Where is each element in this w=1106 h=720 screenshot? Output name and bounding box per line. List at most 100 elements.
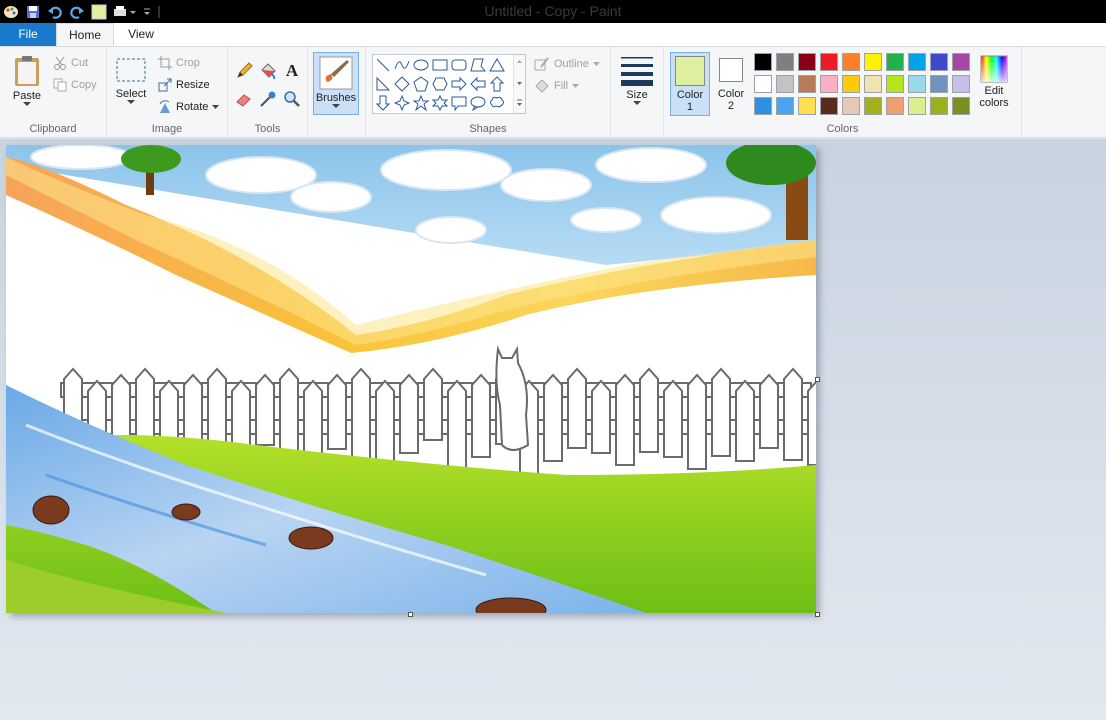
drawing-canvas[interactable] [6, 145, 816, 613]
brushes-button[interactable]: Brushes [313, 52, 359, 115]
polygon-shape-icon[interactable] [469, 56, 487, 74]
fence-post [663, 379, 683, 458]
palette-swatch[interactable] [908, 97, 926, 115]
edit-colors-button[interactable]: Edit colors [975, 55, 1013, 117]
palette-swatch[interactable] [754, 97, 772, 115]
left-arrow-shape-icon[interactable] [469, 75, 487, 93]
fence-post [807, 380, 816, 466]
paste-button[interactable]: Paste [8, 54, 46, 107]
palette-swatch[interactable] [798, 75, 816, 93]
fence-post [471, 373, 491, 458]
palette-swatch[interactable] [842, 97, 860, 115]
palette-swatch[interactable] [886, 97, 904, 115]
palette-swatch[interactable] [820, 97, 838, 115]
size-button[interactable]: Size [618, 53, 656, 106]
landscape-painting [6, 145, 816, 613]
triangle-shape-icon[interactable] [488, 56, 506, 74]
rotate-button[interactable]: Rotate [158, 97, 220, 117]
copy-icon [53, 78, 67, 92]
palette-swatch[interactable] [930, 75, 948, 93]
palette-swatch[interactable] [908, 75, 926, 93]
clipboard-group: Paste Cut Copy Clipboard [0, 47, 107, 137]
palette-swatch[interactable] [776, 53, 794, 71]
color1-button[interactable]: Color 1 [670, 52, 710, 116]
cloud-callout-shape-icon[interactable] [488, 94, 506, 112]
title-bar: Untitled - Copy - Paint [0, 0, 1106, 23]
crop-label: Crop [176, 57, 200, 69]
tab-file[interactable]: File [0, 23, 56, 46]
resize-handle-right[interactable] [815, 377, 820, 382]
palette-swatch[interactable] [864, 97, 882, 115]
select-button[interactable]: Select [113, 56, 149, 105]
palette-swatch[interactable] [820, 75, 838, 93]
hexagon-shape-icon[interactable] [431, 75, 449, 93]
palette-swatch[interactable] [776, 75, 794, 93]
palette-swatch[interactable] [952, 97, 970, 115]
tab-home[interactable]: Home [56, 23, 114, 47]
image-group-label: Image [151, 123, 183, 135]
scissors-icon [54, 56, 66, 70]
magnifier-icon[interactable] [282, 89, 302, 109]
rect-callout-shape-icon[interactable] [450, 94, 468, 112]
copy-button[interactable]: Copy [53, 75, 97, 95]
fence-post [351, 367, 371, 462]
palette-swatch[interactable] [864, 75, 882, 93]
tab-view[interactable]: View [114, 23, 168, 46]
line-shape-icon[interactable] [374, 56, 392, 74]
up-arrow-shape-icon[interactable] [488, 75, 506, 93]
palette-swatch[interactable] [908, 53, 926, 71]
palette-swatch[interactable] [930, 97, 948, 115]
shapes-gallery [372, 54, 526, 114]
palette-swatch[interactable] [842, 75, 860, 93]
resize-handle-corner[interactable] [815, 612, 820, 617]
resize-handle-bottom[interactable] [408, 612, 413, 617]
palette-swatch[interactable] [952, 53, 970, 71]
fill-bucket-icon[interactable] [258, 61, 278, 81]
ribbon: Paste Cut Copy Clipboard Select Crop Res… [0, 46, 1106, 138]
cut-button[interactable]: Cut [53, 53, 88, 73]
size-group: Size [611, 47, 664, 137]
resize-button[interactable]: Resize [158, 75, 210, 95]
text-tool-icon[interactable]: A [282, 61, 302, 81]
four-point-star-shape-icon[interactable] [393, 94, 411, 112]
eraser-icon[interactable] [234, 89, 254, 109]
palette-swatch[interactable] [952, 75, 970, 93]
curve-shape-icon[interactable] [393, 56, 411, 74]
palette-swatch[interactable] [776, 97, 794, 115]
tools-group: A Tools [228, 47, 308, 137]
palette-swatch[interactable] [754, 75, 772, 93]
pentagon-shape-icon[interactable] [412, 75, 430, 93]
oval-shape-icon[interactable] [412, 56, 430, 74]
rotate-label: Rotate [176, 101, 209, 113]
oval-callout-shape-icon[interactable] [469, 94, 487, 112]
palette-swatch[interactable] [842, 53, 860, 71]
color-picker-icon[interactable] [258, 89, 278, 109]
palette-swatch[interactable] [930, 53, 948, 71]
crop-icon [158, 56, 172, 70]
color1-swatch [675, 56, 705, 86]
palette-swatch[interactable] [886, 53, 904, 71]
shapes-scrollbar[interactable] [513, 55, 525, 113]
palette-swatch[interactable] [798, 53, 816, 71]
diamond-shape-icon[interactable] [393, 75, 411, 93]
right-arrow-shape-icon[interactable] [450, 75, 468, 93]
palette-swatch[interactable] [754, 53, 772, 71]
rectangle-shape-icon[interactable] [431, 56, 449, 74]
clipboard-group-label: Clipboard [29, 123, 77, 135]
outline-icon [534, 57, 549, 71]
right-triangle-shape-icon[interactable] [374, 75, 392, 93]
crop-button[interactable]: Crop [158, 53, 200, 73]
color2-button[interactable]: Color 2 [714, 55, 748, 115]
color1-label: Color 1 [676, 89, 704, 113]
palette-swatch[interactable] [886, 75, 904, 93]
fill-button[interactable]: Fill [534, 76, 580, 96]
outline-button[interactable]: Outline [534, 54, 600, 74]
down-arrow-shape-icon[interactable] [374, 94, 392, 112]
pencil-icon[interactable] [234, 61, 254, 81]
five-point-star-shape-icon[interactable] [412, 94, 430, 112]
palette-swatch[interactable] [798, 97, 816, 115]
six-point-star-shape-icon[interactable] [431, 94, 449, 112]
palette-swatch[interactable] [820, 53, 838, 71]
rounded-rectangle-shape-icon[interactable] [450, 56, 468, 74]
palette-swatch[interactable] [864, 53, 882, 71]
